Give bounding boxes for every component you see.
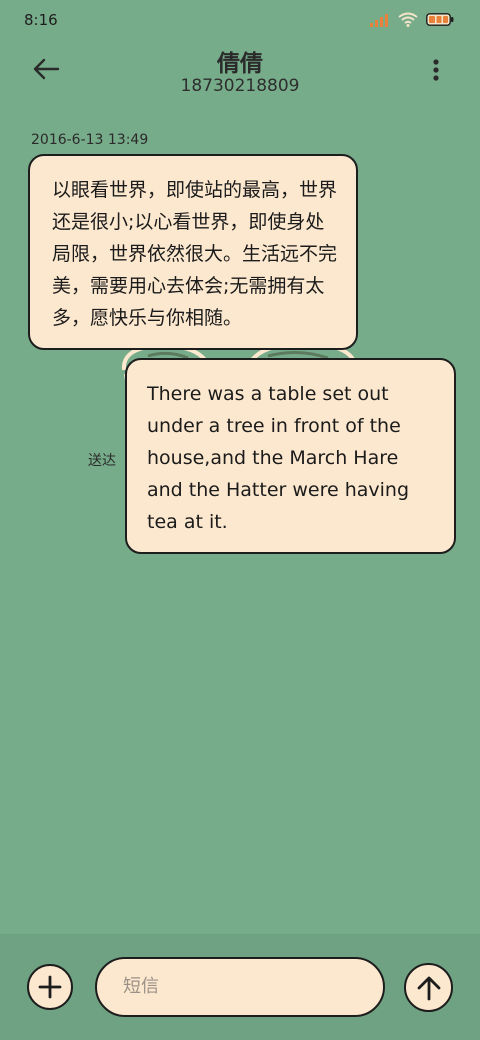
arrow-up-icon — [417, 976, 440, 1000]
send-button[interactable] — [404, 963, 453, 1012]
status-icons — [370, 12, 454, 27]
incoming-message-bubble[interactable]: 以眼看世界，即使站的最高，世界还是很小;以心看世界，即使身处局限，世界依然很大。… — [28, 154, 358, 350]
plus-icon — [38, 975, 62, 999]
sms-input[interactable]: 短信 — [95, 957, 385, 1017]
signal-icon — [370, 13, 388, 27]
status-time: 8:16 — [24, 11, 58, 29]
attach-button[interactable] — [27, 964, 73, 1010]
outgoing-message-bubble[interactable]: There was a table set out under a tree i… — [125, 358, 456, 554]
contact-number: 18730218809 — [180, 76, 300, 96]
more-options-button[interactable] — [422, 54, 450, 86]
message-timestamp: 2016-6-13 13:49 — [31, 132, 149, 148]
battery-icon — [426, 13, 454, 26]
wifi-icon — [398, 12, 418, 27]
conversation-header: 倩倩 18730218809 — [0, 40, 480, 100]
message-composer: 短信 — [0, 934, 480, 1040]
more-vertical-icon — [433, 59, 439, 81]
delivery-status: 送达 — [88, 453, 116, 469]
status-bar: 8:16 — [0, 0, 480, 40]
contact-name: 倩倩 — [217, 51, 263, 77]
